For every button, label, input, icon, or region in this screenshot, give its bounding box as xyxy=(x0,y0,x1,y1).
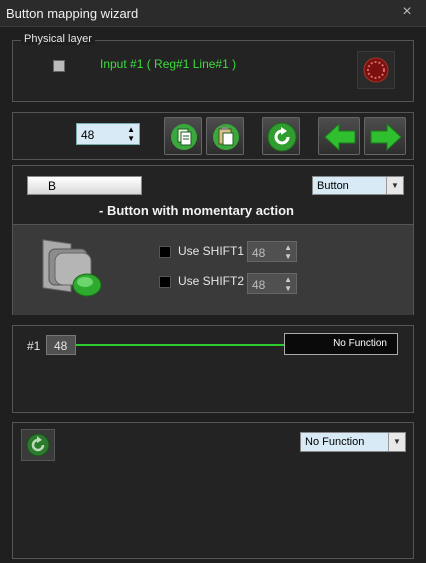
shift2-checkbox[interactable] xyxy=(159,276,171,288)
action-toggle-button[interactable] xyxy=(21,429,55,461)
action-panel: No Function ▼ xyxy=(12,422,414,559)
physical-layer-panel: Physical layer Input #1 ( Reg#1 Line#1 ) xyxy=(12,33,414,102)
button-type-value: Button xyxy=(317,180,349,192)
value-stepper[interactable]: 48 ▲ ▼ xyxy=(76,123,140,145)
mapping-value-text: 48 xyxy=(54,339,68,353)
physical-layer-legend: Physical layer xyxy=(21,33,95,45)
mapping-value-field[interactable]: 48 xyxy=(46,335,76,355)
shift2-label: Use SHIFT2 xyxy=(178,274,245,288)
mapping-function-box[interactable]: No Function xyxy=(284,333,398,355)
stepper-arrows-icon[interactable]: ▲ ▼ xyxy=(284,275,292,293)
input-state-indicator xyxy=(53,60,65,72)
reset-button[interactable] xyxy=(262,117,300,155)
shift2-value: 48 xyxy=(252,278,266,292)
next-button[interactable] xyxy=(364,117,406,155)
value-stepper-text: 48 xyxy=(81,128,95,142)
button-name-text: B xyxy=(48,179,57,193)
chevron-down-icon[interactable]: ▼ xyxy=(386,177,403,194)
input-label: Input #1 ( Reg#1 Line#1 ) xyxy=(100,57,237,71)
mapping-function-text: No Function xyxy=(333,338,387,349)
push-button-image xyxy=(42,239,102,297)
action-function-select[interactable]: No Function ▼ xyxy=(300,432,406,452)
button-type-select[interactable]: Button ▼ xyxy=(312,176,404,195)
mapping-connector-line xyxy=(76,344,284,346)
chevron-down-icon[interactable]: ▼ xyxy=(388,433,405,451)
shift1-stepper[interactable]: 48 ▲ ▼ xyxy=(247,241,297,262)
mapping-panel: #1 48 No Function xyxy=(12,325,414,413)
copy-button[interactable] xyxy=(164,117,202,155)
stepper-arrows-icon[interactable]: ▲ ▼ xyxy=(127,125,135,143)
image-area: Use SHIFT1 48 ▲ ▼ Use SHIFT2 48 ▲ ▼ xyxy=(13,224,413,315)
button-config-panel: B Button ▼ - Button with momentary actio… xyxy=(12,165,414,315)
paste-button[interactable] xyxy=(206,117,244,155)
stepper-arrows-icon[interactable]: ▲ ▼ xyxy=(284,243,292,261)
window-title: Button mapping wizard xyxy=(6,6,139,21)
refresh-icon xyxy=(267,122,297,152)
paste-icon xyxy=(213,124,239,150)
copy-icon xyxy=(171,124,197,150)
shift2-stepper[interactable]: 48 ▲ ▼ xyxy=(247,273,297,294)
toolbar-panel: 48 ▲ ▼ xyxy=(12,112,414,160)
mapping-index: #1 xyxy=(27,339,41,353)
button-description: - Button with momentary action xyxy=(99,203,294,218)
close-button[interactable]: × xyxy=(392,1,422,23)
shift1-label: Use SHIFT1 xyxy=(178,244,245,258)
shift1-checkbox[interactable] xyxy=(159,246,171,258)
arrow-right-icon xyxy=(370,122,402,152)
title-bar: Button mapping wizard × xyxy=(0,0,426,27)
previous-button[interactable] xyxy=(318,117,360,155)
arrow-left-icon xyxy=(324,122,356,152)
shift1-value: 48 xyxy=(252,246,266,260)
refresh-icon xyxy=(26,433,50,457)
status-led-icon xyxy=(357,51,395,89)
action-function-value: No Function xyxy=(305,436,365,448)
button-name-field[interactable]: B xyxy=(27,176,142,195)
